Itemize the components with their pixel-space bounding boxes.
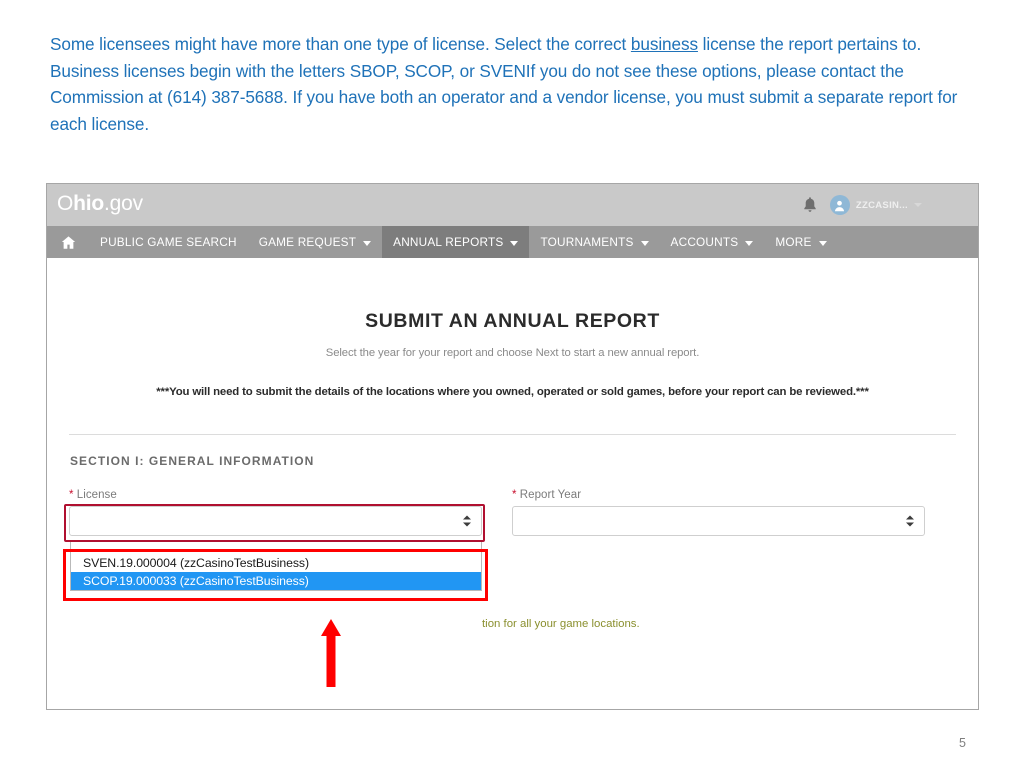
slide-instruction-text: Some licensees might have more than one … [50, 31, 970, 137]
chevron-down-icon [818, 240, 827, 246]
nav-label: PUBLIC GAME SEARCH [100, 235, 237, 249]
section-heading: SECTION I: GENERAL INFORMATION [70, 454, 315, 468]
nav-label: MORE [775, 235, 812, 249]
dropdown-option-scop[interactable]: SCOP.19.000033 (zzCasinoTestBusiness) [71, 572, 481, 590]
license-label-text: License [76, 489, 117, 501]
site-header: Ohio.gov ZZCASIN... [47, 184, 978, 226]
application-screenshot-frame: Ohio.gov ZZCASIN... PUBLIC GAME SEARCH G… [46, 183, 979, 710]
nav-label: GAME REQUEST [258, 235, 357, 249]
page-warning-text: ***You will need to submit the details o… [156, 386, 869, 398]
report-year-field-group: * Report Year [512, 489, 925, 536]
chevron-down-icon [914, 203, 922, 207]
chevron-down-icon [640, 240, 649, 246]
license-select[interactable] [69, 506, 482, 536]
spinner-updown-icon[interactable] [463, 515, 471, 527]
dropdown-blank-option[interactable] [71, 542, 481, 554]
nav-item-game-request[interactable]: GAME REQUEST [248, 226, 382, 258]
nav-item-accounts[interactable]: ACCOUNTS [660, 226, 765, 258]
nav-label: ANNUAL REPORTS [393, 235, 504, 249]
license-dropdown-list[interactable]: SVEN.19.000004 (zzCasinoTestBusiness) SC… [70, 542, 482, 591]
spinner-updown-icon[interactable] [906, 515, 914, 527]
nav-item-tournaments[interactable]: TOURNAMENTS [529, 226, 659, 258]
user-menu[interactable]: ZZCASIN... [829, 195, 922, 215]
chevron-down-icon [363, 240, 372, 246]
chevron-down-icon [745, 240, 754, 246]
game-locations-note: tion for all your game locations. [482, 618, 640, 630]
section-divider [69, 434, 956, 435]
report-year-label: * Report Year [512, 489, 925, 501]
home-icon [61, 235, 76, 250]
instruction-part-1: Some licensees might have more than one … [50, 34, 631, 54]
license-label: * License [69, 489, 482, 501]
user-avatar-icon [829, 195, 850, 215]
nav-label: TOURNAMENTS [540, 235, 634, 249]
header-right-cluster: ZZCASIN... [802, 184, 922, 226]
instruction-underlined-word: business [630, 34, 698, 54]
logo-text-hio: hio [73, 192, 105, 215]
nav-home-button[interactable] [47, 226, 89, 258]
page-content: SUBMIT AN ANNUAL REPORT Select the year … [47, 310, 978, 709]
main-navigation-bar: PUBLIC GAME SEARCH GAME REQUEST ANNUAL R… [47, 226, 978, 258]
required-marker: * [512, 489, 517, 501]
nav-label: ACCOUNTS [670, 235, 739, 249]
bell-icon[interactable] [802, 196, 818, 214]
ohio-gov-logo[interactable]: Ohio.gov [57, 192, 143, 216]
dropdown-option-sven[interactable]: SVEN.19.000004 (zzCasinoTestBusiness) [71, 554, 481, 572]
nav-item-more[interactable]: MORE [764, 226, 837, 258]
page-title: SUBMIT AN ANNUAL REPORT [365, 310, 660, 332]
user-name-label: ZZCASIN... [855, 199, 908, 211]
slide-canvas: Some licensees might have more than one … [0, 0, 1024, 768]
page-number: 5 [959, 736, 966, 750]
chevron-down-icon [510, 240, 519, 246]
license-field-group: * License SVEN.19.000004 (zzCasinoTestBu… [63, 489, 488, 601]
logo-text-gov: .gov [104, 192, 143, 215]
page-subtitle: Select the year for your report and choo… [325, 347, 700, 359]
report-year-select[interactable] [512, 506, 925, 536]
nav-item-public-game-search[interactable]: PUBLIC GAME SEARCH [89, 226, 248, 258]
general-information-form: * License SVEN.19.000004 (zzCasinoTestBu… [63, 489, 956, 630]
report-year-label-text: Report Year [519, 489, 582, 501]
logo-letter-o: O [57, 192, 74, 215]
required-marker: * [69, 489, 74, 501]
annotation-arrow-up-icon [321, 619, 341, 687]
nav-item-annual-reports[interactable]: ANNUAL REPORTS [382, 226, 530, 258]
